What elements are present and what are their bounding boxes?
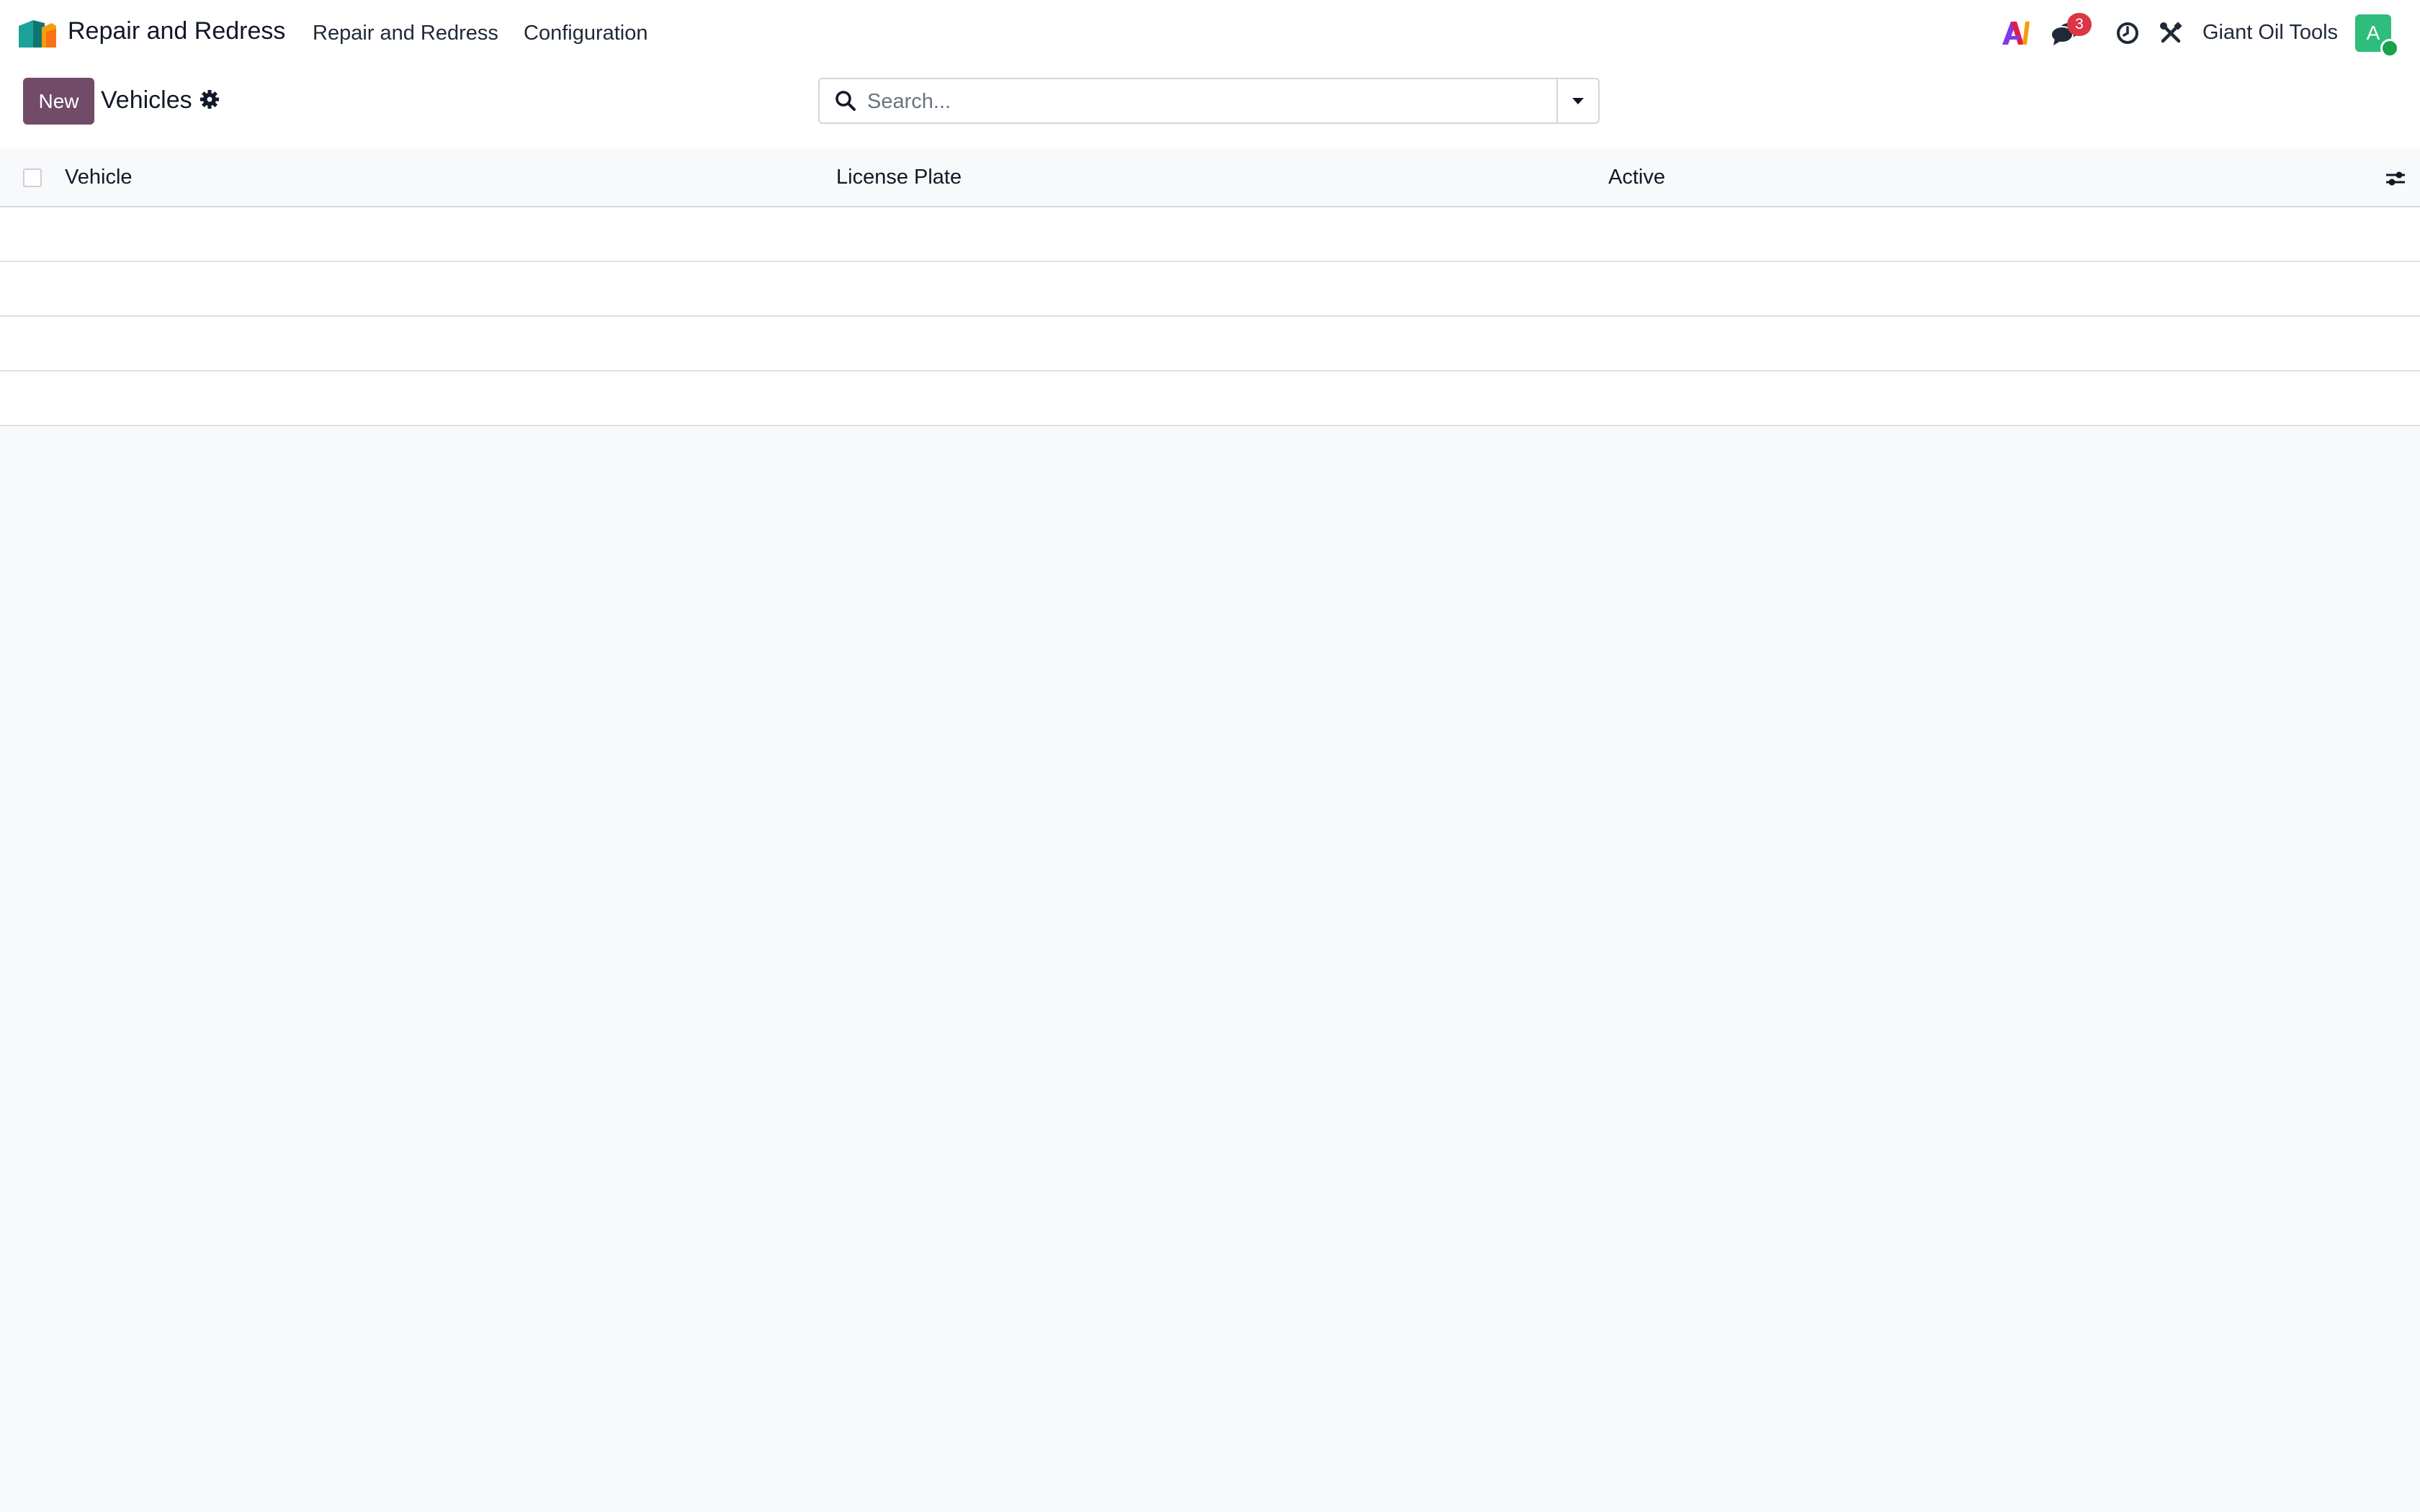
column-header-vehicle[interactable]: Vehicle [65, 166, 133, 189]
vehicles-list-table: Vehicle License Plate Active [0, 148, 2420, 426]
table-header: Vehicle License Plate Active [0, 148, 2420, 207]
empty-table-row [0, 372, 2420, 426]
search-input[interactable] [866, 85, 1553, 118]
top-navbar: Repair and Redress Repair and Redress Co… [0, 0, 2420, 66]
online-status-indicator [2380, 39, 2399, 58]
search-bar [818, 78, 1600, 124]
empty-table-row [0, 262, 2420, 317]
search-icon [835, 91, 856, 111]
search-options-toggle[interactable] [1556, 79, 1598, 122]
avatar-initial: A [2366, 22, 2380, 44]
menu-item-repair-and-redress[interactable]: Repair and Redress [313, 22, 498, 45]
breadcrumb-title: Vehicles [101, 86, 192, 114]
caret-down-icon [1572, 98, 1584, 104]
ai-icon[interactable] [2001, 19, 2031, 48]
menu-item-configuration[interactable]: Configuration [524, 22, 648, 45]
control-panel: New Vehicles [0, 66, 2420, 150]
select-all-checkbox[interactable] [23, 168, 42, 187]
company-switcher[interactable]: Giant Oil Tools [2202, 21, 2338, 45]
column-header-active[interactable]: Active [1608, 166, 1665, 189]
app-logo-icon[interactable] [17, 16, 58, 49]
gear-icon[interactable] [200, 89, 220, 109]
empty-table-row [0, 317, 2420, 372]
messages-badge: 3 [2067, 13, 2092, 36]
new-button[interactable]: New [23, 78, 94, 125]
clock-icon[interactable] [2115, 20, 2141, 46]
optional-columns-icon[interactable] [2384, 167, 2407, 190]
tools-icon[interactable] [2158, 20, 2184, 46]
app-name[interactable]: Repair and Redress [68, 17, 285, 45]
empty-table-row [0, 207, 2420, 262]
column-header-license-plate[interactable]: License Plate [836, 166, 962, 189]
